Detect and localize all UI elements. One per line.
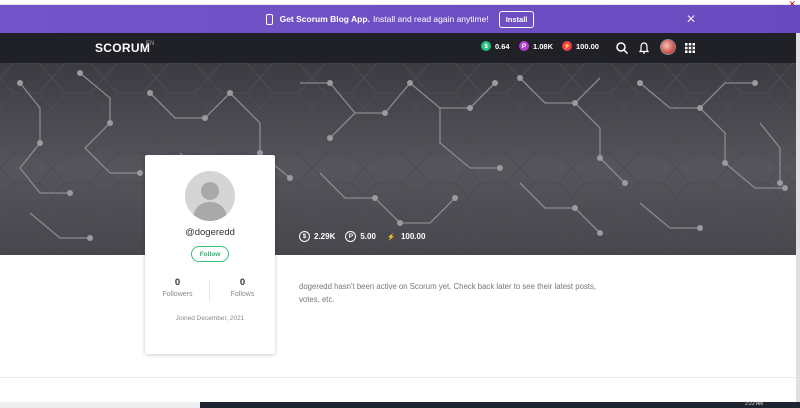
banner-balance-stats: $ 2.29K P 5.00 ⚡ 100.00 [299,231,425,242]
follows-stat[interactable]: 0 Follows [210,277,275,298]
profile-card: @dogeredd Follow 0 Followers 0 Follows J… [145,155,275,354]
power-icon: P [345,231,357,242]
content-divider [0,377,800,378]
empty-activity-message: dogeredd hasn't been active on Scorum ye… [299,282,597,304]
banner-energy-value: 100.00 [400,232,426,241]
profile-username: @dogeredd [185,227,235,238]
follow-button[interactable]: Follow [191,246,229,262]
energy-value: 100.00 [576,41,599,51]
follows-label: Follows [230,291,255,298]
banner-scr-stat: $ 2.29K [299,231,335,242]
dollar-icon: $ [299,231,310,242]
search-icon[interactable] [615,41,629,55]
follow-counts: 0 Followers 0 Follows [145,277,275,303]
profile-cover-banner [0,63,800,255]
joined-date: Joined December, 2021 [175,315,245,322]
default-user-icon [193,182,227,221]
dollar-coin-icon: $ [481,41,491,51]
profile-avatar [185,171,235,221]
taskbar-clock: 2:22 AM [745,401,764,407]
follows-count: 0 [239,277,246,288]
user-avatar[interactable] [660,39,676,55]
followers-stat[interactable]: 0 Followers [145,277,210,298]
scrollbar[interactable] [796,33,800,402]
language-selector[interactable]: EN [146,41,154,47]
close-icon[interactable]: ✕ [686,12,696,26]
balance-sp[interactable]: P 1.08K [519,41,553,51]
balance-scr-value: 0.64 [495,41,510,51]
followers-label: Followers [162,291,193,298]
banner-energy-stat: ⚡ 100.00 [386,231,425,242]
hexagon-network-pattern [0,63,800,255]
app-promo-banner: Get Scorum Blog App. Install and read ag… [0,5,800,33]
energy-stat[interactable]: ⚡ 100.00 [562,41,599,51]
power-coin-icon: P [519,41,529,51]
phone-icon [265,13,273,25]
balance-scr[interactable]: $ 0.64 [481,41,510,51]
install-button[interactable]: Install [498,10,535,28]
energy-coin-icon: ⚡ [562,41,572,51]
taskbar-search-area[interactable] [0,402,200,408]
promo-title: Get Scorum Blog App. [279,14,370,24]
bell-icon[interactable] [637,41,651,55]
banner-sp-stat: P 5.00 [345,231,376,242]
top-navbar: SCORUM EN $ 0.64 P 1.08K ⚡ 100.00 [0,33,800,63]
banner-sp-value: 5.00 [360,232,376,241]
balance-sp-value: 1.08K [533,41,554,51]
banner-scr-value: 2.29K [314,232,336,241]
os-taskbar: 2:22 AM [0,401,800,408]
promo-text: Install and read again anytime! [372,14,489,24]
followers-count: 0 [174,277,181,288]
scorum-logo[interactable]: SCORUM [95,41,150,55]
energy-icon: ⚡ [387,233,396,241]
apps-grid-icon[interactable] [683,41,697,55]
